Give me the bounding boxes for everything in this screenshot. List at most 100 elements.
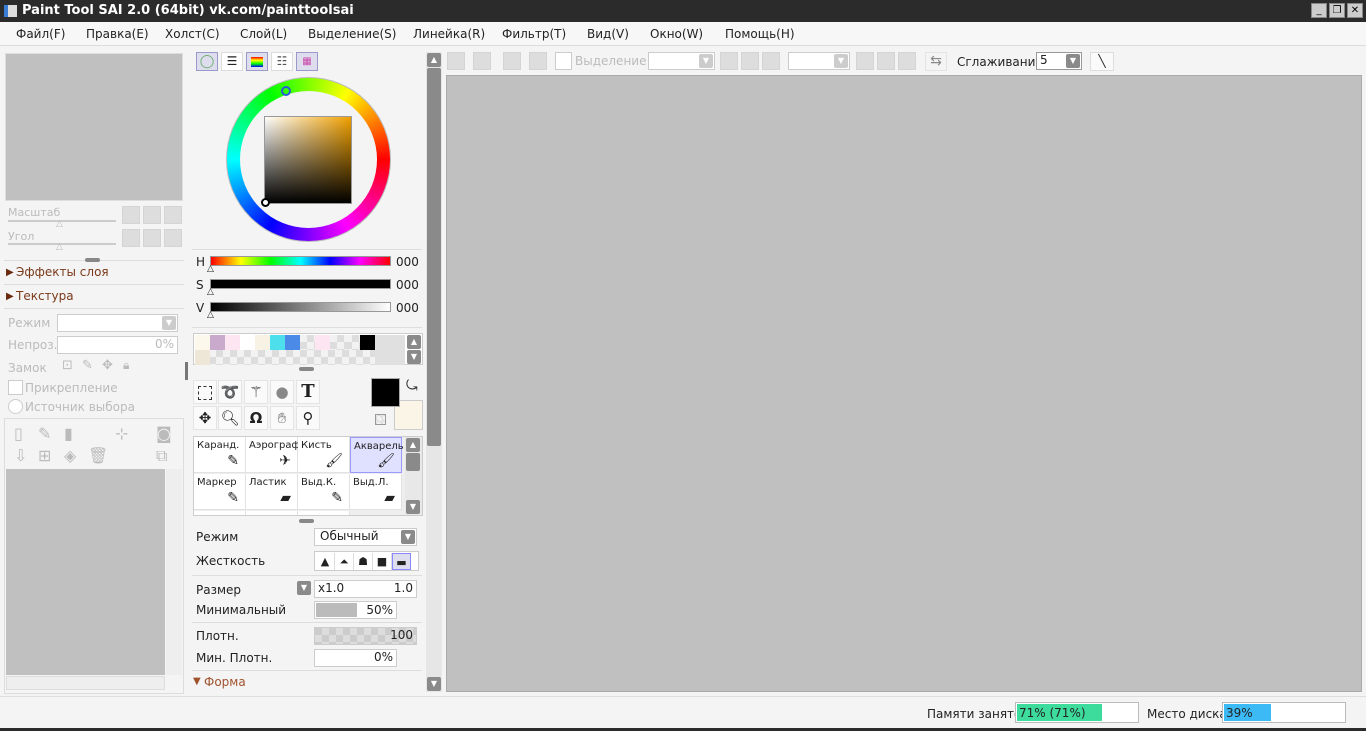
slider-handle-icon[interactable]: △ <box>56 219 63 229</box>
selection-checkbox[interactable] <box>555 52 572 70</box>
navigator-preview[interactable] <box>5 53 183 201</box>
h-value[interactable]: 000 <box>396 255 419 269</box>
brush-partial[interactable] <box>298 511 350 515</box>
swatches-tab[interactable]: ▦ <box>296 52 318 71</box>
hardness-3[interactable]: ☗ <box>354 553 373 570</box>
swatch[interactable] <box>255 335 270 350</box>
brush-scrollbar[interactable]: ▲ ▼ <box>405 437 422 515</box>
ruler-icon[interactable]: ⊹ <box>115 424 128 443</box>
zoom-reset-button[interactable] <box>164 206 182 224</box>
brush-7[interactable]: Выд.К. ✎ <box>298 474 350 510</box>
hand-tool[interactable]: ✋︎ <box>270 406 294 430</box>
selection-dropdown[interactable]: ▼ <box>648 52 715 70</box>
hsv-slider-tab[interactable] <box>246 52 268 71</box>
v-value[interactable]: 000 <box>396 301 419 315</box>
deselect-button[interactable] <box>503 52 521 70</box>
redo-button[interactable] <box>473 52 491 70</box>
brush-partial[interactable] <box>194 511 246 515</box>
mixer-tab[interactable]: ☷ <box>271 52 293 71</box>
lock-draw-icon[interactable]: ✎ <box>82 358 93 373</box>
swatch[interactable] <box>360 335 375 350</box>
lock-move-icon[interactable]: ✥ <box>102 358 113 373</box>
brush-8[interactable]: Выд.Л. ▰ <box>350 474 402 510</box>
lock-all-icon[interactable]: 🔒︎ <box>123 358 129 373</box>
panel-resize-handle[interactable] <box>299 367 314 371</box>
swatch[interactable] <box>240 335 255 350</box>
scroll-up-icon[interactable]: ▲ <box>406 438 420 452</box>
layer-list-scrollbar[interactable] <box>166 469 182 675</box>
flip-icon[interactable]: ⇆ <box>925 52 947 71</box>
menu-file[interactable]: Файл(F) <box>16 27 65 41</box>
foreground-color[interactable] <box>371 378 400 407</box>
menu-help[interactable]: Помощь(H) <box>725 27 795 41</box>
canvas-area[interactable] <box>446 75 1362 692</box>
rect-select-tool[interactable] <box>193 380 217 404</box>
slider-handle-icon[interactable]: △ <box>56 242 63 252</box>
swatch[interactable] <box>300 335 315 350</box>
hue-marker[interactable] <box>281 86 291 96</box>
panel-scrollbar[interactable]: ▲ ▼ <box>426 52 442 692</box>
invert-selection-button[interactable] <box>529 52 547 70</box>
swatch[interactable] <box>195 335 210 350</box>
clip-checkbox[interactable] <box>8 380 23 395</box>
swatch[interactable] <box>345 335 360 350</box>
hardness-1[interactable]: ▲ <box>316 553 335 570</box>
copy-layer-icon[interactable]: ⊞ <box>38 446 51 465</box>
slider-handle-icon[interactable]: △ <box>207 264 214 274</box>
clear-layer-icon[interactable]: ◈ <box>64 446 76 465</box>
zoom-out-button[interactable] <box>720 52 738 70</box>
layer-mode-select[interactable]: ▼ <box>57 314 178 332</box>
rotate-reset-button[interactable] <box>164 229 182 247</box>
restore-button[interactable]: ❐ <box>1329 3 1345 18</box>
brush-partial[interactable] <box>246 511 298 515</box>
close-button[interactable]: ✕ <box>1347 3 1363 18</box>
menu-canvas[interactable]: Холст(C) <box>165 27 220 41</box>
smoothing-select[interactable]: 5 ▼ <box>1036 52 1082 70</box>
menu-view[interactable]: Вид(V) <box>587 27 629 41</box>
h-slider[interactable] <box>210 256 391 266</box>
opacity-field[interactable]: 0% <box>57 336 178 354</box>
s-value[interactable]: 000 <box>396 278 419 292</box>
panel-resize-handle[interactable] <box>299 519 314 523</box>
brush-1[interactable]: Каранд. ✎ <box>194 437 246 473</box>
zoom-reset-button[interactable] <box>762 52 780 70</box>
panel-resize-handle[interactable] <box>85 258 100 262</box>
swatch[interactable] <box>330 335 345 350</box>
texture-section[interactable]: Текстура <box>16 289 74 303</box>
scroll-thumb[interactable] <box>427 68 441 446</box>
mask-icon[interactable]: ◙ <box>156 424 172 443</box>
zoom-out-button[interactable] <box>122 206 140 224</box>
panel-splitter[interactable] <box>185 362 188 380</box>
text-tool[interactable]: T <box>296 380 320 404</box>
menu-selection[interactable]: Выделение(S) <box>308 27 396 41</box>
layer-list-hscrollbar[interactable] <box>6 676 165 690</box>
hardness-5[interactable]: ▬ <box>392 553 411 570</box>
min-density-slider[interactable]: 0% <box>314 649 397 667</box>
layer-effects-section[interactable]: Эффекты слоя <box>16 265 109 279</box>
magic-wand-tool[interactable]: ⚚ <box>244 380 268 404</box>
selection-source-radio[interactable] <box>8 399 23 414</box>
shape-tool[interactable]: ● <box>270 380 294 404</box>
rotate-left-button[interactable] <box>122 229 140 247</box>
scroll-down-icon[interactable]: ▼ <box>427 677 441 691</box>
rotate-left-button[interactable] <box>856 52 874 70</box>
zoom-tool[interactable]: 🔍︎ <box>218 406 242 430</box>
rotate-reset-button[interactable] <box>898 52 916 70</box>
scroll-up-icon[interactable]: ▲ <box>427 53 441 67</box>
scroll-down-icon[interactable]: ▼ <box>406 500 420 514</box>
hardness-2[interactable]: ⏶ <box>335 553 354 570</box>
slider-handle-icon[interactable]: △ <box>207 287 214 297</box>
size-multiplier-dropdown[interactable]: ▼ <box>297 581 311 595</box>
menu-ruler[interactable]: Линейка(R) <box>413 27 485 41</box>
merge-down-icon[interactable]: ⇩ <box>14 446 27 465</box>
menu-edit[interactable]: Правка(E) <box>86 27 149 41</box>
brush-2[interactable]: Аэрограф ✈ <box>246 437 300 473</box>
rotate-right-button[interactable] <box>877 52 895 70</box>
v-slider[interactable] <box>210 302 391 312</box>
color-marker[interactable] <box>261 198 270 207</box>
zoom-dropdown[interactable]: ▼ <box>788 52 850 70</box>
zoom-in-button[interactable] <box>741 52 759 70</box>
s-slider[interactable] <box>210 279 391 289</box>
minimize-button[interactable]: _ <box>1311 3 1327 18</box>
swatch[interactable] <box>210 335 225 350</box>
